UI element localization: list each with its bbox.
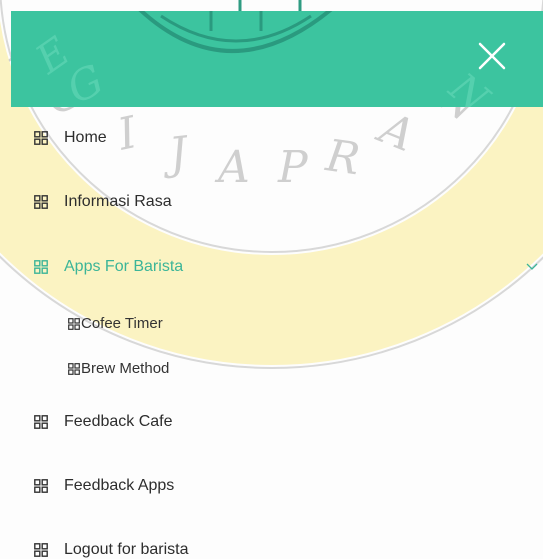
- grid-icon: [34, 479, 48, 493]
- menu-item-logout-for-barista[interactable]: Logout for barista: [34, 541, 189, 559]
- menu-item-label: Logout for barista: [64, 541, 189, 558]
- menu-item-label: Informasi Rasa: [64, 193, 172, 210]
- watermark-letter: P: [277, 142, 309, 193]
- header-emblem: E G N: [27, 11, 498, 107]
- menu-item-feedback-apps[interactable]: Feedback Apps: [34, 477, 174, 495]
- grid-icon: [34, 131, 48, 145]
- grid-icon: [34, 415, 48, 429]
- menu-item-label: Feedback Cafe: [64, 413, 173, 430]
- menu-item-apps-for-barista[interactable]: Apps For Barista: [34, 258, 538, 276]
- menu-item-informasi-rasa[interactable]: Informasi Rasa: [34, 193, 172, 211]
- watermark-letter: A: [369, 101, 421, 162]
- watermark-letter: J: [159, 127, 192, 181]
- submenu-item-cofee-timer[interactable]: Cofee Timer: [68, 315, 163, 332]
- watermark-letter: I: [113, 107, 143, 161]
- watermark-letter: A: [214, 142, 250, 193]
- menu-item-label: Feedback Apps: [64, 477, 175, 494]
- menu-item-feedback-cafe[interactable]: Feedback Cafe: [34, 413, 173, 431]
- grid-icon: [34, 260, 48, 274]
- menu-item-home[interactable]: Home: [34, 129, 107, 147]
- mobile-menu-page: E G I J A P R A N A E G N: [0, 0, 543, 559]
- grid-icon: [34, 195, 48, 209]
- grid-icon: [68, 317, 80, 330]
- submenu-item-label: Brew Method: [81, 360, 170, 377]
- submenu-item-label: Cofee Timer: [81, 315, 163, 332]
- watermark-letter: R: [322, 130, 363, 185]
- menu-item-label: Apps For Barista: [64, 258, 184, 275]
- submenu-item-brew-method[interactable]: Brew Method: [68, 360, 169, 377]
- chevron-down-icon[interactable]: [526, 260, 538, 272]
- menu-header: E G N: [11, 11, 543, 107]
- grid-icon: [34, 543, 48, 557]
- close-button[interactable]: [477, 41, 507, 71]
- close-icon: [478, 42, 506, 70]
- menu-item-label: Home: [64, 129, 107, 146]
- grid-icon: [68, 362, 80, 375]
